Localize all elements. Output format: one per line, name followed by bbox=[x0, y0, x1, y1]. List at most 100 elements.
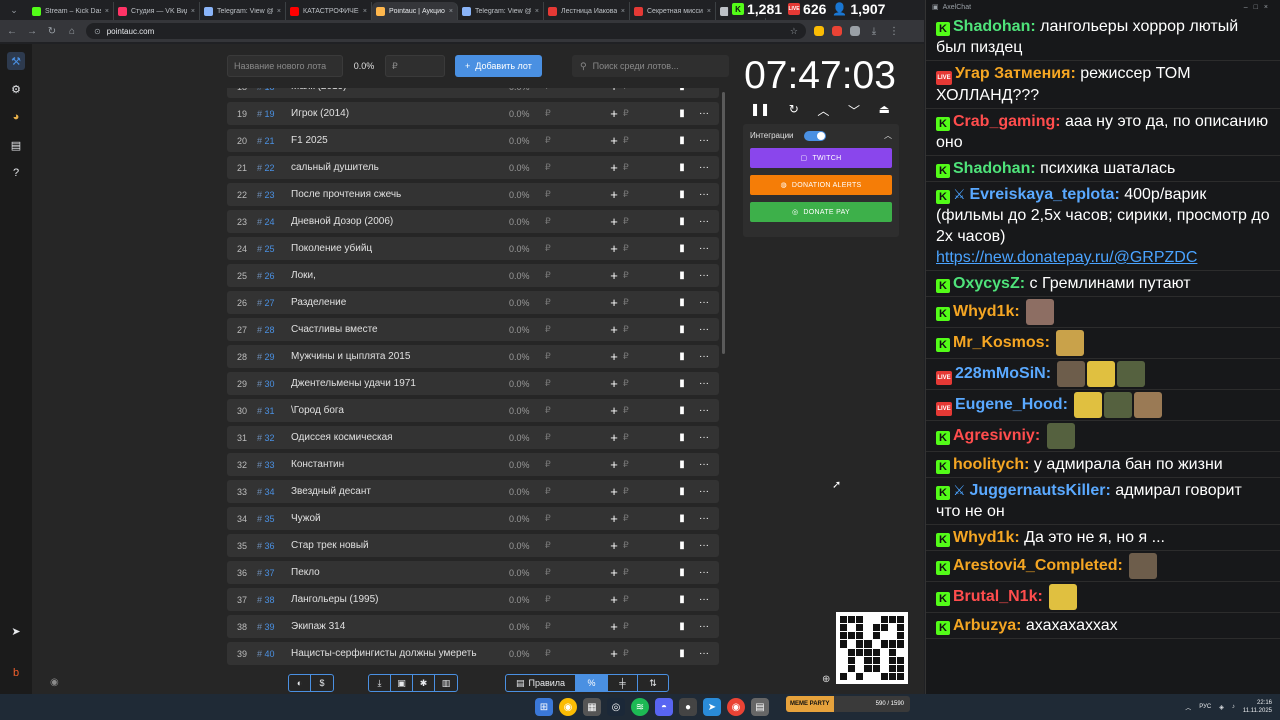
browser-tab[interactable]: Лестница Иакова (× bbox=[544, 2, 630, 20]
more-options-icon[interactable]: ··· bbox=[693, 432, 715, 443]
add-amount-icon[interactable]: + bbox=[605, 457, 623, 472]
bookmark-star-icon[interactable]: ☆ bbox=[790, 26, 798, 37]
add-amount-icon[interactable]: + bbox=[605, 106, 623, 121]
lot-amount[interactable]: ₽ bbox=[545, 459, 605, 470]
telegram-taskbar-icon[interactable]: ➤ bbox=[703, 698, 721, 716]
delete-trash-icon[interactable]: ▮ bbox=[671, 88, 693, 92]
lot-amount[interactable]: ₽ bbox=[545, 88, 605, 92]
delete-trash-icon[interactable]: ▮ bbox=[671, 405, 693, 416]
lot-extra-amount[interactable]: ₽ bbox=[623, 405, 671, 416]
chat-username[interactable]: JuggernautsKiller bbox=[969, 482, 1105, 499]
more-options-icon[interactable]: ··· bbox=[693, 88, 715, 92]
window-controls[interactable]: –□× bbox=[1244, 4, 1274, 11]
compact-view-icon[interactable]: ╪ bbox=[608, 675, 638, 691]
eject-icon[interactable]: ⏏ bbox=[879, 102, 890, 119]
more-options-icon[interactable]: ··· bbox=[693, 459, 715, 470]
extensions-puzzle-icon[interactable] bbox=[850, 26, 860, 36]
back-icon[interactable]: ← bbox=[6, 26, 18, 37]
lot-amount[interactable]: ₽ bbox=[545, 108, 605, 119]
delete-trash-icon[interactable]: ▮ bbox=[671, 459, 693, 470]
lot-extra-amount[interactable]: ₽ bbox=[623, 540, 671, 551]
more-options-icon[interactable]: ··· bbox=[693, 189, 715, 200]
lot-amount[interactable]: ₽ bbox=[545, 540, 605, 551]
more-options-icon[interactable]: ··· bbox=[693, 243, 715, 254]
donate-dollar-icon[interactable]: $ bbox=[311, 675, 333, 691]
lot-extra-amount[interactable]: ₽ bbox=[623, 351, 671, 362]
add-amount-icon[interactable]: + bbox=[605, 88, 623, 94]
delete-trash-icon[interactable]: ▮ bbox=[671, 351, 693, 362]
add-lot-button[interactable]: + Добавить лот bbox=[455, 55, 542, 77]
lot-amount[interactable]: ₽ bbox=[545, 216, 605, 227]
lot-amount[interactable]: ₽ bbox=[545, 513, 605, 524]
clock[interactable]: 22:16 11.11.2025 bbox=[1243, 699, 1272, 715]
lot-extra-amount[interactable]: ₽ bbox=[623, 459, 671, 470]
lot-name-input[interactable]: Название нового лота bbox=[227, 55, 343, 77]
lot-amount[interactable]: ₽ bbox=[545, 297, 605, 308]
delete-trash-icon[interactable]: ▮ bbox=[671, 540, 693, 551]
tab-close-icon[interactable]: × bbox=[535, 8, 539, 15]
add-amount-icon[interactable]: + bbox=[605, 592, 623, 607]
delete-trash-icon[interactable]: ▮ bbox=[671, 324, 693, 335]
lot-amount[interactable]: ₽ bbox=[545, 486, 605, 497]
more-options-icon[interactable]: ··· bbox=[693, 135, 715, 146]
lot-extra-amount[interactable]: ₽ bbox=[623, 162, 671, 173]
lot-extra-amount[interactable]: ₽ bbox=[623, 594, 671, 605]
menu-icon[interactable]: ⋮ bbox=[888, 26, 900, 37]
more-options-icon[interactable]: ··· bbox=[693, 486, 715, 497]
add-amount-icon[interactable]: + bbox=[605, 403, 623, 418]
more-options-icon[interactable]: ··· bbox=[693, 324, 715, 335]
lot-name[interactable]: \Город бога bbox=[291, 405, 509, 416]
lot-amount[interactable]: ₽ bbox=[545, 594, 605, 605]
lot-extra-amount[interactable]: ₽ bbox=[623, 432, 671, 443]
lot-extra-amount[interactable]: ₽ bbox=[623, 486, 671, 497]
lot-amount-input[interactable]: ₽ bbox=[385, 55, 445, 77]
lot-name[interactable]: После прочтения сжечь bbox=[291, 189, 509, 200]
tray-chevron-icon[interactable]: ︿ bbox=[1185, 703, 1191, 712]
wheel-icon[interactable]: ◕ bbox=[7, 108, 25, 126]
lot-name[interactable]: Поколение убийц bbox=[291, 243, 509, 254]
lot-extra-amount[interactable]: ₽ bbox=[623, 135, 671, 146]
discord-icon[interactable]: ◓ bbox=[655, 698, 673, 716]
chat-username[interactable]: Shadohan bbox=[953, 160, 1030, 177]
more-options-icon[interactable]: ··· bbox=[693, 162, 715, 173]
chat-username[interactable]: Mr_Kosmos bbox=[953, 334, 1045, 351]
lot-name[interactable]: сальный душитель bbox=[291, 162, 509, 173]
github-icon[interactable]: ◐ bbox=[289, 675, 311, 691]
add-amount-icon[interactable]: + bbox=[605, 187, 623, 202]
donate-pay-button[interactable]: ◎ DONATE PAY bbox=[750, 202, 892, 222]
lot-name[interactable]: Маяк (2019) bbox=[291, 88, 509, 92]
chrome-icon[interactable]: ◉ bbox=[559, 698, 577, 716]
lot-extra-amount[interactable]: ₽ bbox=[623, 513, 671, 524]
delete-trash-icon[interactable]: ▮ bbox=[671, 216, 693, 227]
tab-close-icon[interactable]: × bbox=[363, 8, 367, 15]
lot-amount[interactable]: ₽ bbox=[545, 270, 605, 281]
tab-close-icon[interactable]: × bbox=[449, 8, 453, 15]
lot-extra-amount[interactable]: ₽ bbox=[623, 189, 671, 200]
site-info-icon[interactable]: ⊙ bbox=[94, 27, 101, 36]
delete-trash-icon[interactable]: ▮ bbox=[671, 297, 693, 308]
chat-username[interactable]: 228mMoSiN bbox=[955, 365, 1046, 382]
browser-tab[interactable]: Telegram: View @d × bbox=[200, 2, 286, 20]
lot-extra-amount[interactable]: ₽ bbox=[623, 108, 671, 119]
browser-tab[interactable]: КАТАСТРОФИЧЕСКИ × bbox=[286, 2, 372, 20]
lot-name[interactable]: Игрок (2014) bbox=[291, 108, 509, 119]
forward-icon[interactable]: → bbox=[26, 26, 38, 37]
add-amount-icon[interactable]: + bbox=[605, 160, 623, 175]
more-options-icon[interactable]: ··· bbox=[693, 513, 715, 524]
save-icon[interactable]: ▣ bbox=[391, 675, 413, 691]
lot-name[interactable]: Лангольеры (1995) bbox=[291, 594, 509, 605]
browser-tab[interactable]: Pointauc | Аукцион × bbox=[372, 2, 458, 20]
delete-trash-icon[interactable]: ▮ bbox=[671, 378, 693, 389]
chat-link[interactable]: https://new.donatepay.ru/@GRPZDC bbox=[936, 249, 1197, 266]
collapse-chevron-icon[interactable]: ︿ bbox=[884, 130, 892, 141]
delete-trash-icon[interactable]: ▮ bbox=[671, 162, 693, 173]
lot-amount[interactable]: ₽ bbox=[545, 243, 605, 254]
more-options-icon[interactable]: ··· bbox=[693, 405, 715, 416]
lot-amount[interactable]: ₽ bbox=[545, 378, 605, 389]
lot-amount[interactable]: ₽ bbox=[545, 351, 605, 362]
delete-trash-icon[interactable]: ▮ bbox=[671, 513, 693, 524]
more-options-icon[interactable]: ··· bbox=[693, 297, 715, 308]
reload-icon[interactable]: ↻ bbox=[46, 26, 58, 37]
lot-extra-amount[interactable]: ₽ bbox=[623, 648, 671, 659]
lot-table-scrollbar[interactable] bbox=[722, 92, 725, 354]
